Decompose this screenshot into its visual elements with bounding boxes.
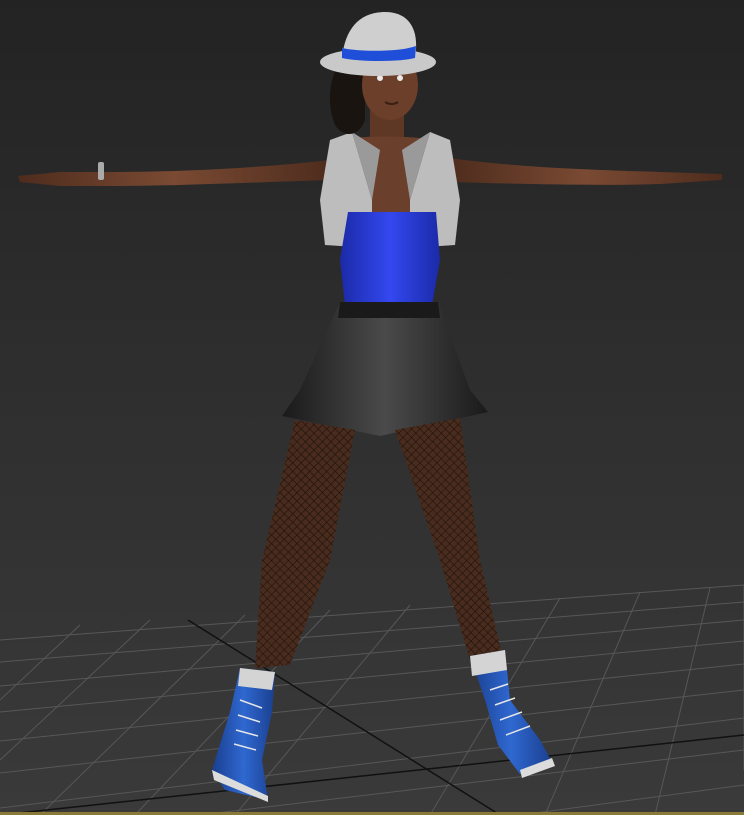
right-leg bbox=[395, 418, 502, 660]
grid-axis-lines bbox=[0, 619, 744, 815]
blue-top bbox=[340, 212, 440, 305]
bracelet bbox=[98, 162, 104, 180]
left-leg bbox=[255, 420, 355, 668]
black-skirt bbox=[282, 302, 488, 436]
right-arm bbox=[450, 158, 722, 185]
left-arm bbox=[18, 160, 330, 186]
floor-grid bbox=[0, 584, 744, 815]
3d-viewport[interactable] bbox=[0, 0, 744, 815]
character-model[interactable] bbox=[18, 12, 722, 802]
scene-canvas[interactable] bbox=[0, 0, 744, 815]
